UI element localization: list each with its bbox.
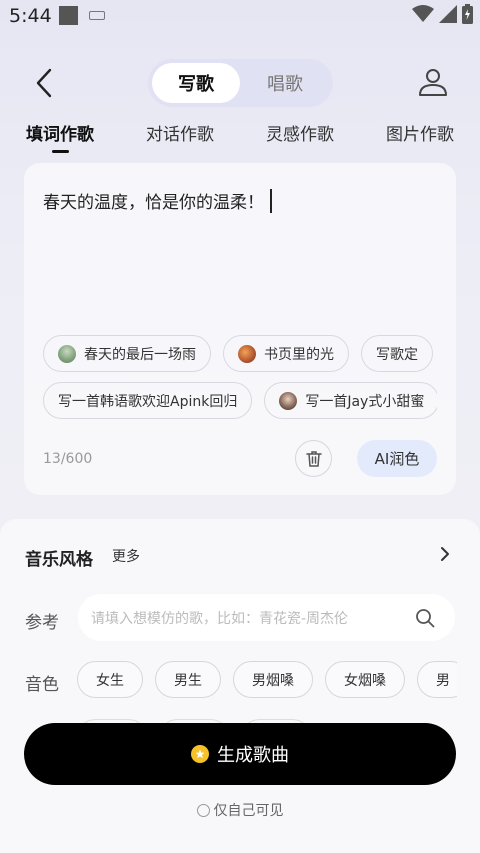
lyrics-editor[interactable]: 春天的温度，恰是你的温柔！ 春天的最后一场雨 书页里的光 写歌定 写一首韩语歌欢…	[24, 163, 456, 495]
tone-option[interactable]: 女生	[77, 661, 143, 698]
keyboard-icon	[89, 11, 105, 20]
landscape-thumbnail-icon	[58, 344, 76, 363]
tab-inspiration[interactable]: 灵感作歌	[266, 120, 334, 145]
tone-option[interactable]: 男烟嗓	[233, 661, 313, 698]
tone-option[interactable]: 女烟嗓	[325, 661, 405, 698]
wifi-icon	[412, 5, 434, 22]
segment-write-song[interactable]: 写歌	[152, 63, 240, 103]
radio-icon[interactable]	[196, 803, 210, 817]
voice-tone-options: 女生 男生 男烟嗓 女烟嗓 男	[77, 661, 457, 698]
suggestion-chip[interactable]: 春天的最后一场雨	[43, 335, 211, 372]
suggestion-chip[interactable]: 写一首韩语歌欢迎Apink回归	[43, 382, 253, 419]
tab-dialogue[interactable]: 对话作歌	[146, 120, 214, 145]
search-icon[interactable]	[415, 608, 435, 628]
mode-segmented-control: 写歌 唱歌	[148, 59, 333, 107]
segment-sing-song[interactable]: 唱歌	[241, 63, 329, 103]
tone-option[interactable]: 男	[417, 661, 457, 698]
char-count: 13/600	[43, 451, 93, 467]
status-bar: 5:44	[0, 0, 480, 34]
back-button[interactable]	[30, 66, 60, 100]
reference-label: 参考	[25, 613, 59, 633]
profile-button[interactable]	[417, 66, 449, 98]
suggestion-chip[interactable]: 书页里的光	[223, 335, 349, 372]
tab-active-indicator	[52, 150, 69, 153]
portrait-thumbnail-icon	[279, 391, 298, 410]
battery-icon	[462, 4, 473, 24]
signal-icon	[439, 5, 457, 23]
generate-song-label: 生成歌曲	[217, 745, 289, 766]
sunset-thumbnail-icon	[238, 344, 256, 363]
suggestion-chips-row-2: 写一首韩语歌欢迎Apink回归 写一首Jay式小甜蜜	[43, 382, 437, 419]
ai-polish-button[interactable]: AI润色	[357, 440, 437, 477]
private-visibility-option[interactable]: 仅自己可见	[0, 800, 480, 820]
music-style-more-link[interactable]: 更多	[112, 546, 140, 566]
user-icon	[419, 69, 447, 96]
chevron-left-icon	[36, 68, 52, 98]
coin-icon	[191, 745, 209, 763]
generate-song-button[interactable]: 生成歌曲	[24, 723, 456, 785]
trash-icon	[305, 451, 322, 467]
voice-tone-label: 音色	[25, 675, 59, 695]
lyrics-text-area[interactable]: 春天的温度，恰是你的温柔！	[43, 188, 272, 213]
suggestion-chips-row-1: 春天的最后一场雨 书页里的光 写歌定	[43, 335, 437, 372]
tab-image[interactable]: 图片作歌	[386, 120, 454, 145]
reference-song-input[interactable]: 请填入想模仿的歌，比如：青花瓷-周杰伦	[78, 594, 455, 641]
lyrics-text: 春天的温度，恰是你的温柔！	[43, 193, 264, 213]
tab-lyrics[interactable]: 填词作歌	[26, 120, 94, 145]
music-style-label: 音乐风格	[25, 550, 93, 570]
private-label: 仅自己可见	[213, 803, 284, 819]
suggestion-chip[interactable]: 写一首Jay式小甜蜜	[264, 382, 437, 419]
chevron-right-icon[interactable]	[438, 545, 452, 563]
status-time: 5:44	[9, 5, 52, 27]
reference-placeholder: 请填入想模仿的歌，比如：青花瓷-周杰伦	[91, 611, 349, 627]
clear-button[interactable]	[295, 440, 332, 477]
text-cursor	[270, 189, 272, 213]
suggestion-chip[interactable]: 写歌定	[361, 335, 433, 372]
creation-tabs: 填词作歌 对话作歌 灵感作歌 图片作歌	[0, 120, 480, 160]
notification-square-icon	[59, 6, 78, 25]
tone-option[interactable]: 男生	[155, 661, 221, 698]
